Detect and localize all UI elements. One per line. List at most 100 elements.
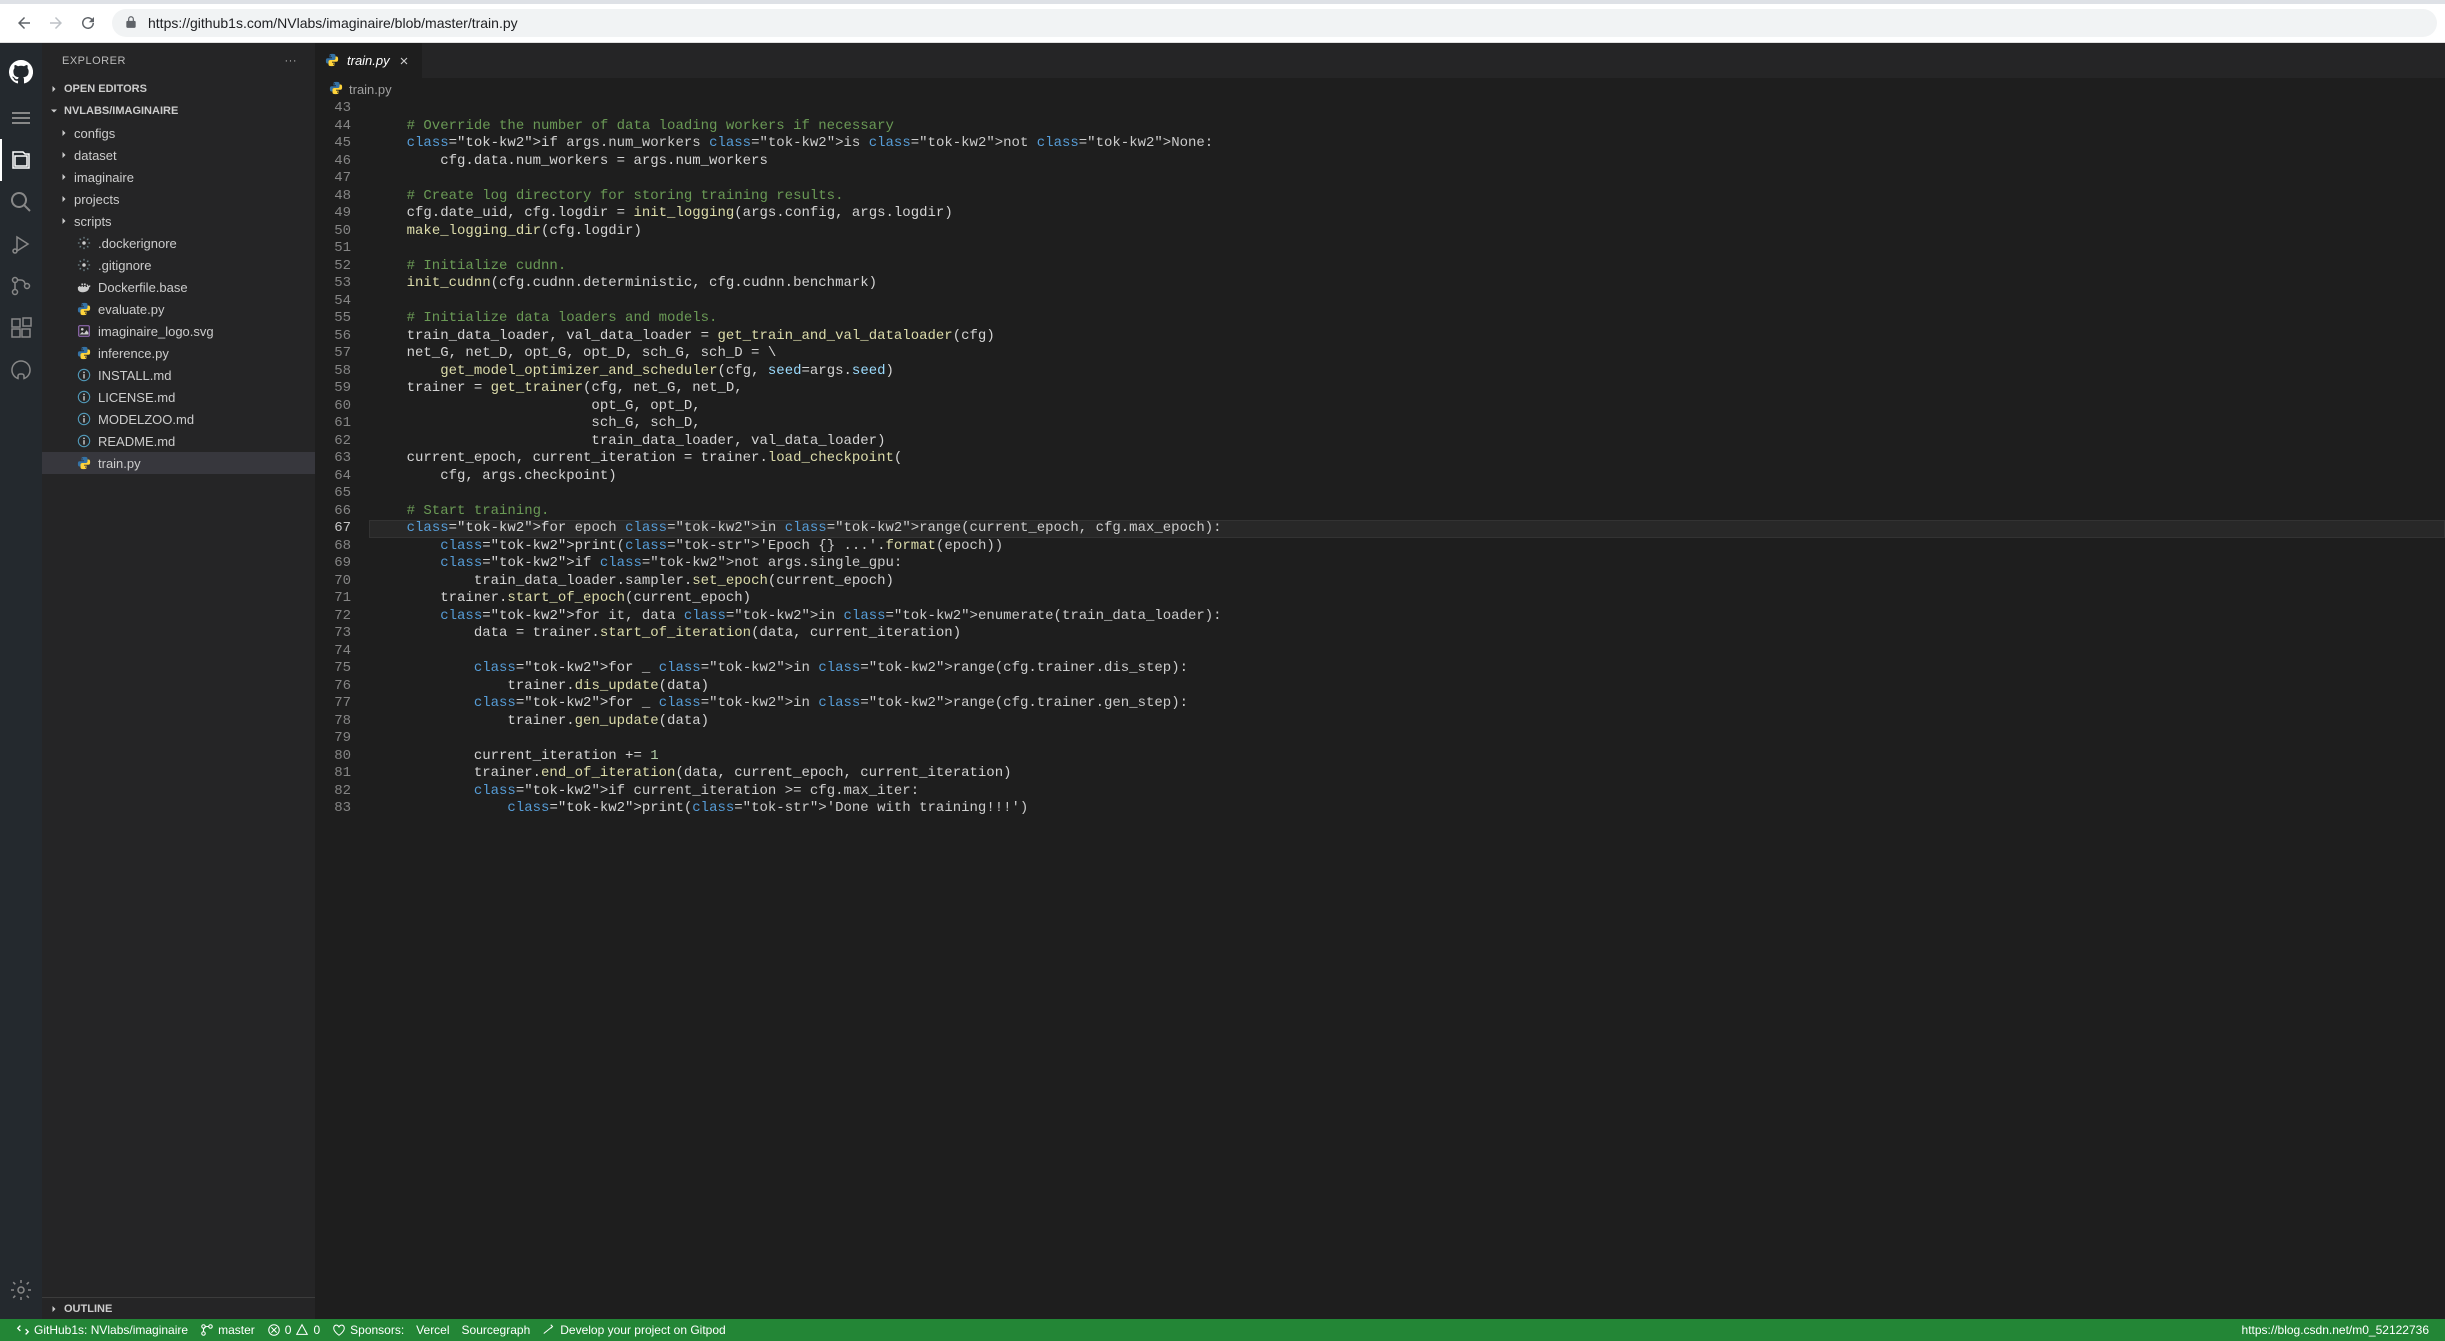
folder-row[interactable]: scripts [42, 210, 315, 232]
forward-button[interactable] [40, 7, 72, 39]
code-line[interactable]: # Initialize data loaders and models. [369, 310, 2445, 328]
code-line[interactable]: # Override the number of data loading wo… [369, 118, 2445, 136]
code-line[interactable]: train_data_loader.sampler.set_epoch(curr… [369, 573, 2445, 591]
explorer-icon[interactable] [0, 139, 42, 181]
code-line[interactable]: class="tok-kw2">if args.num_workers clas… [369, 135, 2445, 153]
github-alt-icon[interactable] [0, 349, 42, 391]
sidebar-title: EXPLORER [62, 55, 126, 67]
code-line[interactable]: data = trainer.start_of_iteration(data, … [369, 625, 2445, 643]
workspace: EXPLORER ··· OPEN EDITORS NVLABS/IMAGINA… [0, 43, 2445, 1319]
folder-row[interactable]: projects [42, 188, 315, 210]
code-line[interactable]: class="tok-kw2">for it, data class="tok-… [369, 608, 2445, 626]
code-line[interactable]: net_G, net_D, opt_G, opt_D, sch_G, sch_D… [369, 345, 2445, 363]
open-editors-header[interactable]: OPEN EDITORS [42, 78, 315, 100]
code-line[interactable] [369, 100, 2445, 118]
file-row[interactable]: train.py [42, 452, 315, 474]
code-line[interactable]: trainer = get_trainer(cfg, net_G, net_D, [369, 380, 2445, 398]
status-sponsor-sourcegraph[interactable]: Sourcegraph [456, 1319, 537, 1341]
code-line[interactable]: # Create log directory for storing train… [369, 188, 2445, 206]
file-row[interactable]: LICENSE.md [42, 386, 315, 408]
status-sponsor-vercel[interactable]: Vercel [410, 1319, 455, 1341]
file-label: inference.py [98, 346, 169, 361]
code-line[interactable]: class="tok-kw2">print(class="tok-str">'D… [369, 800, 2445, 818]
status-gitpod-label: Develop your project on Gitpod [560, 1323, 725, 1337]
code-line[interactable]: # Initialize cudnn. [369, 258, 2445, 276]
file-icon [74, 433, 94, 449]
code-line[interactable] [369, 730, 2445, 748]
menu-icon[interactable] [0, 97, 42, 139]
repo-header[interactable]: NVLABS/IMAGINAIRE [42, 100, 315, 122]
code-line[interactable]: sch_G, sch_D, [369, 415, 2445, 433]
code-line[interactable]: trainer.end_of_iteration(data, current_e… [369, 765, 2445, 783]
chevron-right-icon [56, 147, 72, 163]
code-line[interactable] [369, 170, 2445, 188]
code-line[interactable]: trainer.dis_update(data) [369, 678, 2445, 696]
code-line[interactable]: class="tok-kw2">for _ class="tok-kw2">in… [369, 695, 2445, 713]
more-icon[interactable]: ··· [285, 55, 298, 67]
run-debug-icon[interactable] [0, 223, 42, 265]
code-line[interactable]: trainer.start_of_epoch(current_epoch) [369, 590, 2445, 608]
code-line[interactable] [369, 293, 2445, 311]
file-row[interactable]: .gitignore [42, 254, 315, 276]
source-control-icon[interactable] [0, 265, 42, 307]
chevron-right-icon [56, 125, 72, 141]
file-row[interactable]: evaluate.py [42, 298, 315, 320]
file-tree: configsdataset imaginaire projectsscripts.… [42, 122, 315, 1297]
code-content[interactable]: # Override the number of data loading wo… [369, 100, 2445, 1319]
status-branch[interactable]: master [194, 1319, 261, 1341]
code-line[interactable] [369, 485, 2445, 503]
code-line[interactable]: cfg, args.checkpoint) [369, 468, 2445, 486]
settings-icon[interactable] [0, 1269, 42, 1311]
code-line[interactable]: train_data_loader, val_data_loader) [369, 433, 2445, 451]
code-line[interactable]: class="tok-kw2">for _ class="tok-kw2">in… [369, 660, 2445, 678]
code-line[interactable]: make_logging_dir(cfg.logdir) [369, 223, 2445, 241]
code-line[interactable]: opt_G, opt_D, [369, 398, 2445, 416]
status-sponsors[interactable]: Sponsors: [326, 1319, 410, 1341]
code-line[interactable]: cfg.date_uid, cfg.logdir = init_logging(… [369, 205, 2445, 223]
code-line[interactable]: train_data_loader, val_data_loader = get… [369, 328, 2445, 346]
status-gitpod[interactable]: Develop your project on Gitpod [536, 1319, 731, 1341]
status-remote-label: GitHub1s: NVlabs/imaginaire [34, 1323, 188, 1337]
code-line[interactable]: # Start training. [369, 503, 2445, 521]
status-right-url[interactable]: https://blog.csdn.net/m0_52122736 [2236, 1319, 2435, 1341]
back-button[interactable] [8, 7, 40, 39]
folder-row[interactable]: configs [42, 122, 315, 144]
breadcrumb-label: train.py [349, 82, 392, 97]
code-line[interactable]: class="tok-kw2">if class="tok-kw2">not a… [369, 555, 2445, 573]
file-row[interactable]: imaginaire_logo.svg [42, 320, 315, 342]
url-bar[interactable]: https://github1s.com/NVlabs/imaginaire/b… [112, 9, 2437, 37]
code-line[interactable] [369, 643, 2445, 661]
file-row[interactable]: INSTALL.md [42, 364, 315, 386]
code-line[interactable]: class="tok-kw2">print(class="tok-str">'E… [369, 538, 2445, 556]
breadcrumb[interactable]: train.py [315, 78, 2445, 100]
file-row[interactable]: Dockerfile.base [42, 276, 315, 298]
outline-header[interactable]: OUTLINE [42, 1297, 315, 1319]
code-line[interactable]: class="tok-kw2">if current_iteration >= … [369, 783, 2445, 801]
status-warnings: 0 [313, 1323, 320, 1337]
github-logo-icon[interactable] [0, 51, 42, 93]
file-row[interactable]: inference.py [42, 342, 315, 364]
search-icon[interactable] [0, 181, 42, 223]
code-line[interactable]: class="tok-kw2">for epoch class="tok-kw2… [369, 520, 2445, 538]
tab-train-py[interactable]: train.py [315, 43, 423, 78]
code-line[interactable]: cfg.data.num_workers = args.num_workers [369, 153, 2445, 171]
close-icon[interactable] [396, 53, 412, 69]
reload-button[interactable] [72, 7, 104, 39]
file-row[interactable]: README.md [42, 430, 315, 452]
extensions-icon[interactable] [0, 307, 42, 349]
code-line[interactable] [369, 240, 2445, 258]
file-row[interactable]: .dockerignore [42, 232, 315, 254]
status-remote[interactable]: GitHub1s: NVlabs/imaginaire [10, 1319, 194, 1341]
code-line[interactable]: current_epoch, current_iteration = train… [369, 450, 2445, 468]
folder-label: imaginaire [74, 170, 134, 185]
folder-row[interactable]: dataset [42, 144, 315, 166]
file-row[interactable]: MODELZOO.md [42, 408, 315, 430]
code-line[interactable]: trainer.gen_update(data) [369, 713, 2445, 731]
code-line[interactable]: init_cudnn(cfg.cudnn.deterministic, cfg.… [369, 275, 2445, 293]
editor-body[interactable]: 4344454647484950515253545556575859606162… [315, 100, 2445, 1319]
code-line[interactable]: current_iteration += 1 [369, 748, 2445, 766]
status-problems[interactable]: 0 0 [261, 1319, 326, 1341]
code-line[interactable]: get_model_optimizer_and_scheduler(cfg, s… [369, 363, 2445, 381]
file-label: .gitignore [98, 258, 151, 273]
folder-row[interactable]: imaginaire [42, 166, 315, 188]
